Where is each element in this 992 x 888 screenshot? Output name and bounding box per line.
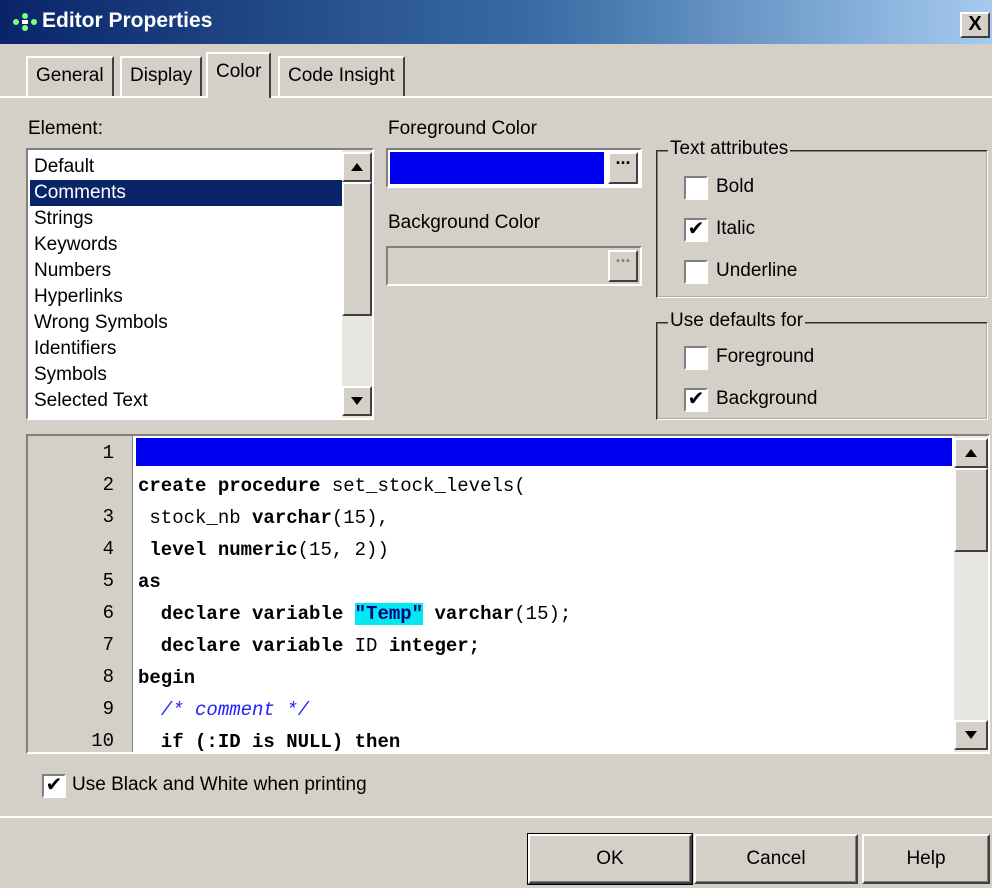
arrow-down-icon	[351, 397, 363, 405]
element-label: Element:	[28, 118, 103, 139]
text-attributes-group: Text attributes Bold ✔ Italic Underline	[656, 138, 988, 298]
line-number: 9	[102, 698, 114, 720]
line-number-gutter: 1 2 3 4 5 6 7 8 9 10	[28, 436, 133, 752]
line-number: 3	[102, 506, 114, 528]
foreground-color-picker[interactable]: ···	[386, 148, 642, 188]
separator	[0, 816, 992, 818]
code-line-2: create procedure set_stock_levels(	[138, 475, 526, 497]
current-line-highlight	[136, 438, 952, 466]
text-attributes-title: Text attributes	[668, 138, 791, 160]
line-number: 6	[102, 602, 114, 624]
background-color-swatch	[390, 250, 604, 282]
italic-label: Italic	[716, 218, 756, 239]
list-item-default[interactable]: Default	[30, 154, 348, 180]
background-default-label: Background	[716, 388, 818, 409]
black-white-print-checkbox[interactable]: ✔	[42, 774, 66, 798]
app-icon	[12, 12, 38, 32]
element-list-scrollbar[interactable]	[342, 150, 372, 418]
background-default-checkbox[interactable]: ✔	[684, 388, 708, 412]
cancel-button[interactable]: Cancel	[694, 834, 858, 884]
help-button[interactable]: Help	[862, 834, 990, 884]
scroll-down-button[interactable]	[342, 386, 372, 416]
arrow-up-icon	[351, 163, 363, 171]
tab-general[interactable]: General	[26, 56, 114, 96]
editor-scroll-up-button[interactable]	[954, 438, 988, 468]
code-line-10: if (:ID is NULL) then	[138, 731, 401, 753]
code-line-9: /* comment */	[138, 699, 310, 721]
arrow-down-icon	[965, 731, 977, 739]
code-line-6: declare variable "Temp" varchar(15);	[138, 603, 572, 625]
line-number: 1	[102, 442, 114, 464]
tab-color[interactable]: Color	[206, 52, 272, 98]
editor-scroll-thumb[interactable]	[954, 468, 988, 552]
foreground-default-checkbox[interactable]	[684, 346, 708, 370]
ok-button[interactable]: OK	[527, 833, 693, 885]
code-line-5: as	[138, 571, 161, 593]
code-line-3: stock_nb varchar(15),	[138, 507, 389, 529]
list-item-identifiers[interactable]: Identifiers	[30, 336, 348, 362]
code-line-7: declare variable ID integer;	[138, 635, 481, 657]
background-color-label: Background Color	[388, 212, 541, 233]
title-bar: Editor Properties X	[0, 0, 992, 44]
foreground-color-label: Foreground Color	[388, 118, 537, 139]
line-number: 2	[102, 474, 114, 496]
italic-checkbox[interactable]: ✔	[684, 218, 708, 242]
list-item-symbols[interactable]: Symbols	[30, 362, 348, 388]
list-item-keywords[interactable]: Keywords	[30, 232, 348, 258]
scroll-up-button[interactable]	[342, 152, 372, 182]
background-color-button[interactable]: ···	[608, 250, 638, 282]
element-list[interactable]: Default Comments Strings Keywords Number…	[26, 148, 374, 420]
list-item-hyperlinks[interactable]: Hyperlinks	[30, 284, 348, 310]
list-item-numbers[interactable]: Numbers	[30, 258, 348, 284]
editor-scrollbar[interactable]	[954, 436, 988, 752]
foreground-color-swatch	[390, 152, 604, 184]
arrow-up-icon	[965, 449, 977, 457]
underline-label: Underline	[716, 260, 798, 281]
code-line-4: level numeric(15, 2))	[138, 539, 389, 561]
list-item-wrong-symbols[interactable]: Wrong Symbols	[30, 310, 348, 336]
list-item-selected-text[interactable]: Selected Text	[30, 388, 348, 414]
window-title: Editor Properties	[42, 9, 213, 32]
line-number: 8	[102, 666, 114, 688]
editor-scroll-down-button[interactable]	[954, 720, 988, 750]
list-item-strings[interactable]: Strings	[30, 206, 348, 232]
bold-checkbox[interactable]	[684, 176, 708, 200]
underline-checkbox[interactable]	[684, 260, 708, 284]
bold-label: Bold	[716, 176, 755, 197]
close-button[interactable]: X	[960, 12, 990, 38]
line-number: 5	[102, 570, 114, 592]
tab-strip-line	[0, 96, 992, 98]
background-color-picker[interactable]: ···	[386, 246, 642, 286]
foreground-color-button[interactable]: ···	[608, 152, 638, 184]
black-white-print-label: Use Black and White when printing	[72, 774, 367, 795]
tab-display[interactable]: Display	[120, 56, 203, 96]
tab-code-insight[interactable]: Code Insight	[278, 56, 405, 96]
line-number: 7	[102, 634, 114, 656]
scroll-thumb[interactable]	[342, 182, 372, 316]
code-line-8: begin	[138, 667, 196, 689]
list-item-comments[interactable]: Comments	[30, 180, 348, 206]
line-number: 10	[91, 730, 114, 752]
use-defaults-group: Use defaults for Foreground ✔ Background	[656, 310, 988, 420]
foreground-default-label: Foreground	[716, 346, 815, 367]
code-preview-editor[interactable]: 1 2 3 4 5 6 7 8 9 10 create procedure se…	[26, 434, 990, 754]
use-defaults-title: Use defaults for	[668, 310, 806, 332]
line-number: 4	[102, 538, 114, 560]
